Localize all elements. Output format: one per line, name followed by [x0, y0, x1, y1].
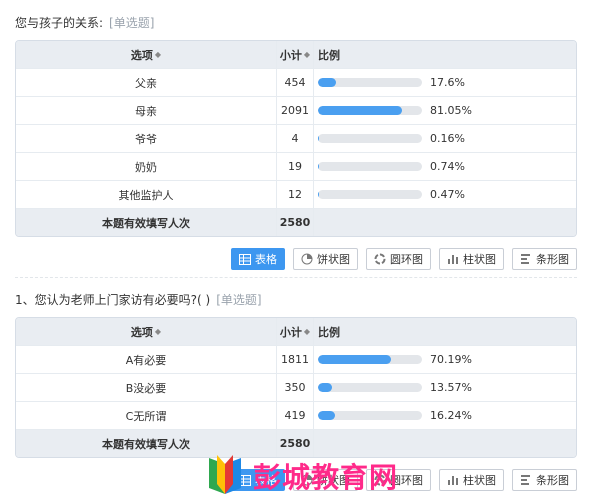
option-label: 其他监护人 — [16, 181, 277, 208]
progress-bar — [318, 190, 422, 199]
table-row: A有必要 1811 70.19% — [16, 345, 576, 373]
table-row: 爷爷 4 0.16% — [16, 124, 576, 152]
results-table: 选项 ◆ 小计 ◆ 比例 父亲 454 17.6% 母亲 2091 81.05% 爷… — [15, 40, 577, 237]
pie-chart-icon — [301, 253, 313, 265]
progress-fill — [318, 383, 333, 392]
table-row: 父亲 454 17.6% — [16, 68, 576, 96]
bar-chart-button[interactable]: 条形图 — [512, 248, 577, 270]
option-percent: 70.19% — [430, 353, 472, 366]
progress-bar — [318, 355, 422, 364]
option-label: 父亲 — [16, 69, 277, 96]
option-percent: 17.6% — [430, 76, 465, 89]
table-header: 选项 ◆ 小计 ◆ 比例 — [16, 318, 576, 345]
question-type: [单选题] — [109, 16, 155, 30]
total-count: 2580 — [277, 209, 314, 236]
bar-chart-icon — [521, 254, 530, 264]
option-label: 奶奶 — [16, 153, 277, 180]
header-ratio: 比例 — [318, 325, 340, 339]
bar-chart-icon — [521, 475, 530, 485]
watermark-text: 彭城教育网 — [253, 461, 399, 494]
progress-fill — [318, 162, 319, 171]
question-block-relationship: 您与孩子的关系: [单选题] 选项 ◆ 小计 ◆ 比例 父亲 454 17.6% 母亲… — [15, 14, 577, 270]
option-count: 350 — [277, 374, 314, 401]
table-row: B没必要 350 13.57% — [16, 373, 576, 401]
progress-fill — [318, 106, 403, 115]
chart-type-toolbar: 表格 饼状图 圆环图 柱状图 条形图 — [15, 248, 577, 270]
progress-bar — [318, 106, 422, 115]
progress-fill — [318, 78, 337, 87]
header-option[interactable]: 选项 ◆ — [16, 41, 277, 68]
sort-icon: ◆ — [303, 50, 311, 59]
option-label: C无所谓 — [16, 402, 277, 429]
section-divider — [15, 277, 577, 278]
column-chart-icon — [448, 255, 458, 264]
progress-bar — [318, 411, 422, 420]
header-count: 小计 ◆ — [277, 41, 314, 68]
question-text: 1、您认为老师上门家访有必要吗?( ) — [15, 293, 211, 307]
header-count: 小计 ◆ — [277, 318, 314, 345]
table-row: C无所谓 419 16.24% — [16, 401, 576, 429]
progress-bar — [318, 134, 422, 143]
ring-chart-icon — [374, 253, 386, 265]
table-row: 其他监护人 12 0.47% — [16, 180, 576, 208]
option-label: 母亲 — [16, 97, 277, 124]
question-text: 您与孩子的关系: — [15, 16, 104, 30]
progress-fill — [318, 190, 319, 199]
question-type: [单选题] — [216, 293, 262, 307]
question-title: 1、您认为老师上门家访有必要吗?( ) [单选题] — [15, 291, 577, 309]
bar-chart-button[interactable]: 条形图 — [512, 469, 577, 491]
option-label: 爷爷 — [16, 125, 277, 152]
table-view-button[interactable]: 表格 — [231, 248, 285, 270]
watermark: 彭城教育网 — [205, 452, 405, 500]
table-total-row: 本题有效填写人次 2580 — [16, 208, 576, 236]
option-count: 454 — [277, 69, 314, 96]
progress-fill — [318, 355, 391, 364]
sort-icon: ◆ — [154, 50, 162, 59]
question-title: 您与孩子的关系: [单选题] — [15, 14, 577, 32]
option-count: 1811 — [277, 346, 314, 373]
option-percent: 13.57% — [430, 381, 472, 394]
column-chart-button[interactable]: 柱状图 — [439, 248, 504, 270]
sort-icon: ◆ — [303, 327, 311, 336]
option-label: A有必要 — [16, 346, 277, 373]
option-count: 419 — [277, 402, 314, 429]
option-label: B没必要 — [16, 374, 277, 401]
total-label: 本题有效填写人次 — [16, 209, 277, 236]
option-count: 4 — [277, 125, 314, 152]
table-row: 母亲 2091 81.05% — [16, 96, 576, 124]
option-percent: 0.74% — [430, 160, 465, 173]
pie-chart-button[interactable]: 饼状图 — [293, 248, 358, 270]
header-ratio: 比例 — [318, 48, 340, 62]
option-count: 19 — [277, 153, 314, 180]
option-count: 12 — [277, 181, 314, 208]
option-percent: 81.05% — [430, 104, 472, 117]
table-icon — [239, 253, 251, 265]
option-count: 2091 — [277, 97, 314, 124]
table-header: 选项 ◆ 小计 ◆ 比例 — [16, 41, 576, 68]
ring-chart-button[interactable]: 圆环图 — [366, 248, 431, 270]
progress-bar — [318, 383, 422, 392]
book-logo-icon — [209, 455, 241, 494]
column-chart-button[interactable]: 柱状图 — [439, 469, 504, 491]
progress-fill — [318, 411, 335, 420]
results-table: 选项 ◆ 小计 ◆ 比例 A有必要 1811 70.19% B没必要 350 13.… — [15, 317, 577, 458]
progress-bar — [318, 162, 422, 171]
column-chart-icon — [448, 476, 458, 485]
option-percent: 0.16% — [430, 132, 465, 145]
progress-bar — [318, 78, 422, 87]
sort-icon: ◆ — [154, 327, 162, 336]
option-percent: 16.24% — [430, 409, 472, 422]
progress-fill — [318, 134, 319, 143]
option-percent: 0.47% — [430, 188, 465, 201]
header-option[interactable]: 选项 ◆ — [16, 318, 277, 345]
table-row: 奶奶 19 0.74% — [16, 152, 576, 180]
